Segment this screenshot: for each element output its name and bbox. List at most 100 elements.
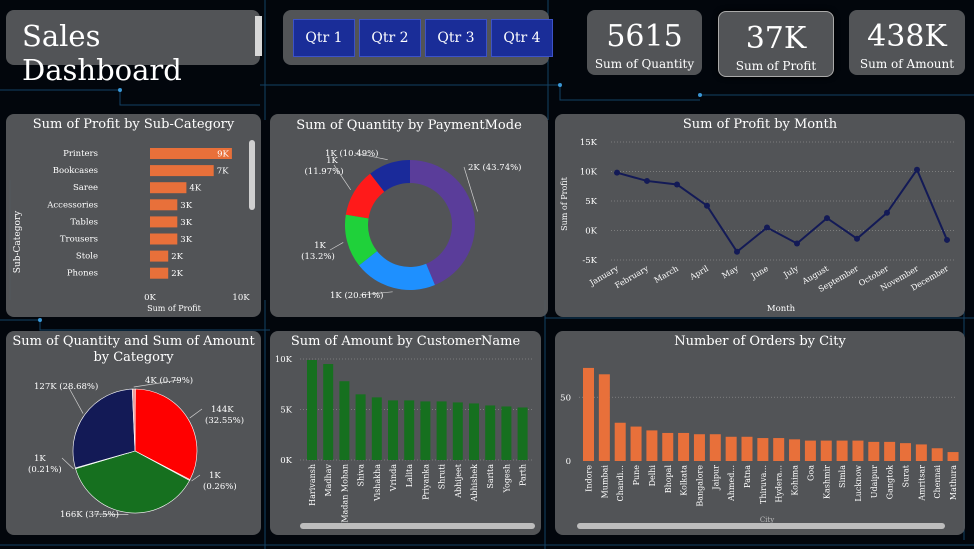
data-point[interactable] bbox=[944, 236, 950, 243]
bar[interactable] bbox=[485, 405, 496, 460]
panel-quantity-by-paymentmode: Sum of Quantity by PaymentMode 2K (43.74… bbox=[270, 114, 548, 317]
bar[interactable] bbox=[436, 401, 447, 460]
bar[interactable] bbox=[725, 436, 737, 461]
bar[interactable] bbox=[150, 182, 187, 194]
bar[interactable] bbox=[662, 432, 674, 461]
bar[interactable] bbox=[900, 443, 911, 461]
bar[interactable] bbox=[150, 216, 178, 228]
bar[interactable] bbox=[150, 199, 178, 211]
kpi-amount-label: Sum of Amount bbox=[859, 57, 955, 71]
bar[interactable] bbox=[371, 397, 382, 460]
y-tick-label: Bookcases bbox=[53, 166, 98, 176]
bar[interactable] bbox=[583, 367, 594, 461]
bar[interactable] bbox=[355, 394, 366, 460]
bar[interactable] bbox=[501, 406, 512, 460]
data-point[interactable] bbox=[854, 235, 860, 242]
data-point[interactable] bbox=[764, 224, 770, 231]
series-line bbox=[616, 167, 948, 254]
horizontal-scrollbar[interactable] bbox=[300, 523, 535, 529]
x-tick-label: June bbox=[749, 264, 770, 282]
bar[interactable] bbox=[868, 441, 880, 461]
x-tick-label: Shiva bbox=[357, 464, 366, 487]
bar[interactable] bbox=[789, 439, 801, 461]
slicer-button-qtr4[interactable]: Qtr 4 bbox=[491, 19, 553, 57]
x-tick-label: Harivansh bbox=[308, 464, 317, 506]
x-tick-label: Bhopal bbox=[664, 465, 673, 494]
data-point[interactable] bbox=[674, 181, 680, 188]
bar[interactable] bbox=[517, 407, 528, 460]
data-point[interactable] bbox=[734, 248, 740, 255]
slice-label: 1K (10.49%) bbox=[325, 148, 379, 159]
leader-line bbox=[189, 408, 203, 419]
data-point[interactable] bbox=[644, 177, 650, 184]
bar[interactable] bbox=[323, 364, 334, 460]
bar[interactable] bbox=[452, 402, 463, 460]
bar[interactable] bbox=[469, 403, 479, 460]
y-tick-label: 0 bbox=[566, 457, 571, 467]
data-label: 2K bbox=[171, 252, 183, 262]
slice-label: 127K (28.68%) bbox=[34, 381, 98, 392]
data-label: 3K bbox=[180, 218, 192, 228]
y-tick-label: 0K bbox=[585, 227, 597, 237]
data-point[interactable] bbox=[914, 166, 920, 173]
kpi-amount-value: 438K bbox=[867, 19, 947, 54]
x-tick-label: Mathura bbox=[949, 465, 958, 500]
data-point[interactable] bbox=[614, 169, 620, 176]
bar[interactable] bbox=[646, 430, 658, 461]
bar[interactable] bbox=[757, 438, 769, 461]
bar[interactable] bbox=[773, 438, 785, 461]
x-tick-label: March bbox=[653, 264, 680, 285]
bar[interactable] bbox=[820, 440, 832, 461]
bar[interactable] bbox=[836, 440, 848, 461]
bar[interactable] bbox=[614, 422, 626, 461]
slicer-button-qtr3[interactable]: Qtr 3 bbox=[425, 19, 487, 57]
slicer-button-qtr2[interactable]: Qtr 2 bbox=[359, 19, 421, 57]
x-tick-label: Thiruva... bbox=[759, 465, 768, 504]
bar[interactable] bbox=[150, 233, 178, 245]
bar[interactable] bbox=[693, 434, 705, 461]
y-tick-label: -5K bbox=[582, 256, 597, 266]
x-tick-label: Kolkata bbox=[680, 465, 689, 496]
horizontal-scrollbar[interactable] bbox=[577, 523, 945, 529]
bar[interactable] bbox=[150, 267, 169, 279]
y-tick-label: 10K bbox=[580, 168, 598, 178]
x-tick-label: July bbox=[781, 264, 800, 280]
bar[interactable] bbox=[852, 440, 864, 461]
data-point[interactable] bbox=[824, 215, 830, 222]
x-axis-label: Sum of Profit bbox=[147, 304, 201, 313]
bar[interactable] bbox=[339, 381, 350, 460]
data-point[interactable] bbox=[884, 209, 890, 216]
bar[interactable] bbox=[804, 440, 816, 461]
bar[interactable] bbox=[931, 448, 943, 461]
bar[interactable] bbox=[150, 250, 169, 262]
y-tick-label: 5K bbox=[280, 406, 292, 416]
donut-slice[interactable] bbox=[359, 251, 435, 290]
bar[interactable] bbox=[741, 436, 753, 461]
bar[interactable] bbox=[947, 452, 959, 461]
dashboard-title: Sales Dashboard bbox=[22, 19, 182, 87]
bar[interactable] bbox=[598, 374, 610, 461]
vertical-scrollbar[interactable] bbox=[249, 140, 255, 210]
bar[interactable] bbox=[915, 444, 927, 461]
bar[interactable] bbox=[388, 400, 398, 460]
bar[interactable] bbox=[150, 165, 214, 177]
data-label: 9K bbox=[217, 150, 229, 160]
bar[interactable] bbox=[630, 426, 642, 461]
bar[interactable] bbox=[420, 401, 431, 460]
slicer-button-qtr1[interactable]: Qtr 1 bbox=[293, 19, 355, 57]
y-tick-label: 15K bbox=[580, 138, 598, 148]
bar[interactable] bbox=[404, 400, 415, 460]
bar[interactable] bbox=[678, 432, 690, 461]
chart-amount-by-customername: 10K 5K 0K Harivansh Madhav Madan Mohan Shiva Vi… bbox=[275, 355, 534, 523]
x-tick-label: Abhijeet bbox=[454, 463, 463, 499]
slice-label: 4K (0.79%) bbox=[145, 375, 193, 386]
bar[interactable] bbox=[307, 360, 317, 460]
data-point[interactable] bbox=[794, 240, 800, 247]
bar[interactable] bbox=[709, 434, 721, 461]
x-tick-label: Bangalore bbox=[695, 465, 704, 507]
kpi-card-profit: 37K Sum of Profit bbox=[718, 11, 834, 77]
data-point[interactable] bbox=[704, 202, 710, 209]
bar[interactable] bbox=[884, 441, 896, 461]
x-tick-label: Shruti bbox=[438, 464, 447, 490]
x-tick-label: Parth bbox=[519, 464, 528, 486]
